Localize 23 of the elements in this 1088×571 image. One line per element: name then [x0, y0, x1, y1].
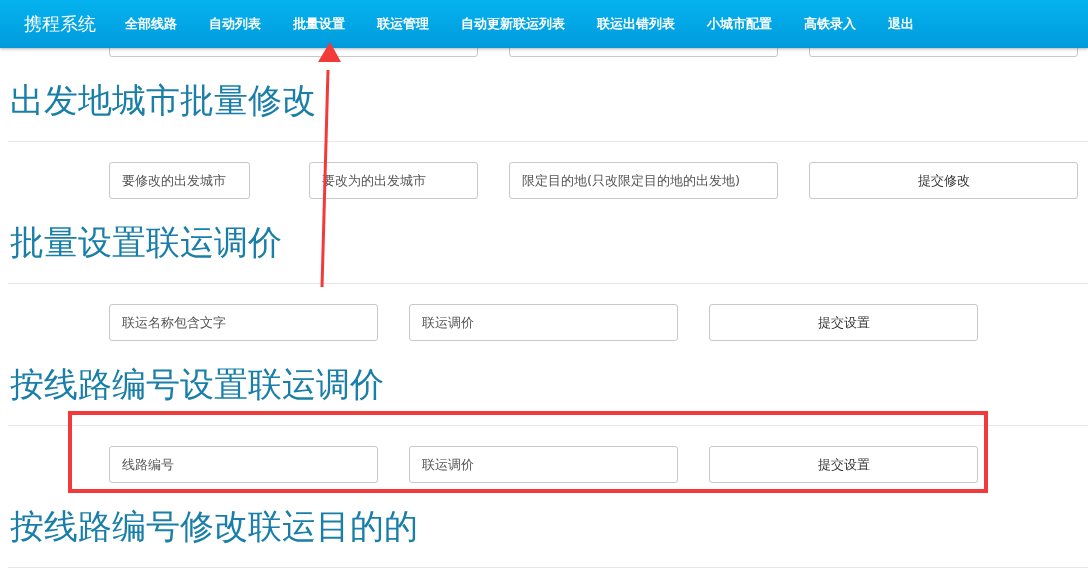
nav-link[interactable]: 全部线路	[109, 15, 193, 33]
submit-button[interactable]: 提交设置	[709, 446, 978, 483]
nav-link[interactable]: 自动列表	[193, 15, 277, 33]
submit-button[interactable]: 提交修改	[809, 162, 1078, 199]
section-heading: 批量设置联运调价	[9, 221, 283, 264]
nav-link[interactable]: 小城市配置	[691, 15, 788, 33]
submit-button[interactable]: 提交设置	[709, 304, 978, 341]
input-field[interactable]: 线路编号	[109, 446, 378, 483]
nav-link[interactable]: 批量设置	[277, 15, 361, 33]
section-heading: 出发地城市批量修改	[9, 79, 317, 122]
nav-link[interactable]: 退出	[872, 15, 930, 33]
nav-link[interactable]: 联运出错列表	[581, 15, 691, 33]
section-heading: 按线路编号设置联运调价	[9, 363, 385, 406]
brand-title: 携程系统	[24, 12, 96, 36]
input-field[interactable]: 联运调价	[409, 446, 678, 483]
nav-link[interactable]: 自动更新联运列表	[445, 15, 581, 33]
input-field[interactable]: 联运名称包含文字	[109, 304, 378, 341]
nav-link[interactable]: 高铁录入	[788, 15, 872, 33]
input-field[interactable]: 限定目的地(只改限定目的地的出发地)	[509, 162, 778, 199]
nav-link[interactable]: 联运管理	[361, 15, 445, 33]
input-field[interactable]: 要修改的出发城市	[109, 162, 250, 199]
input-field[interactable]: 联运调价	[409, 304, 678, 341]
section-heading: 按线路编号修改联运目的的	[9, 505, 419, 548]
